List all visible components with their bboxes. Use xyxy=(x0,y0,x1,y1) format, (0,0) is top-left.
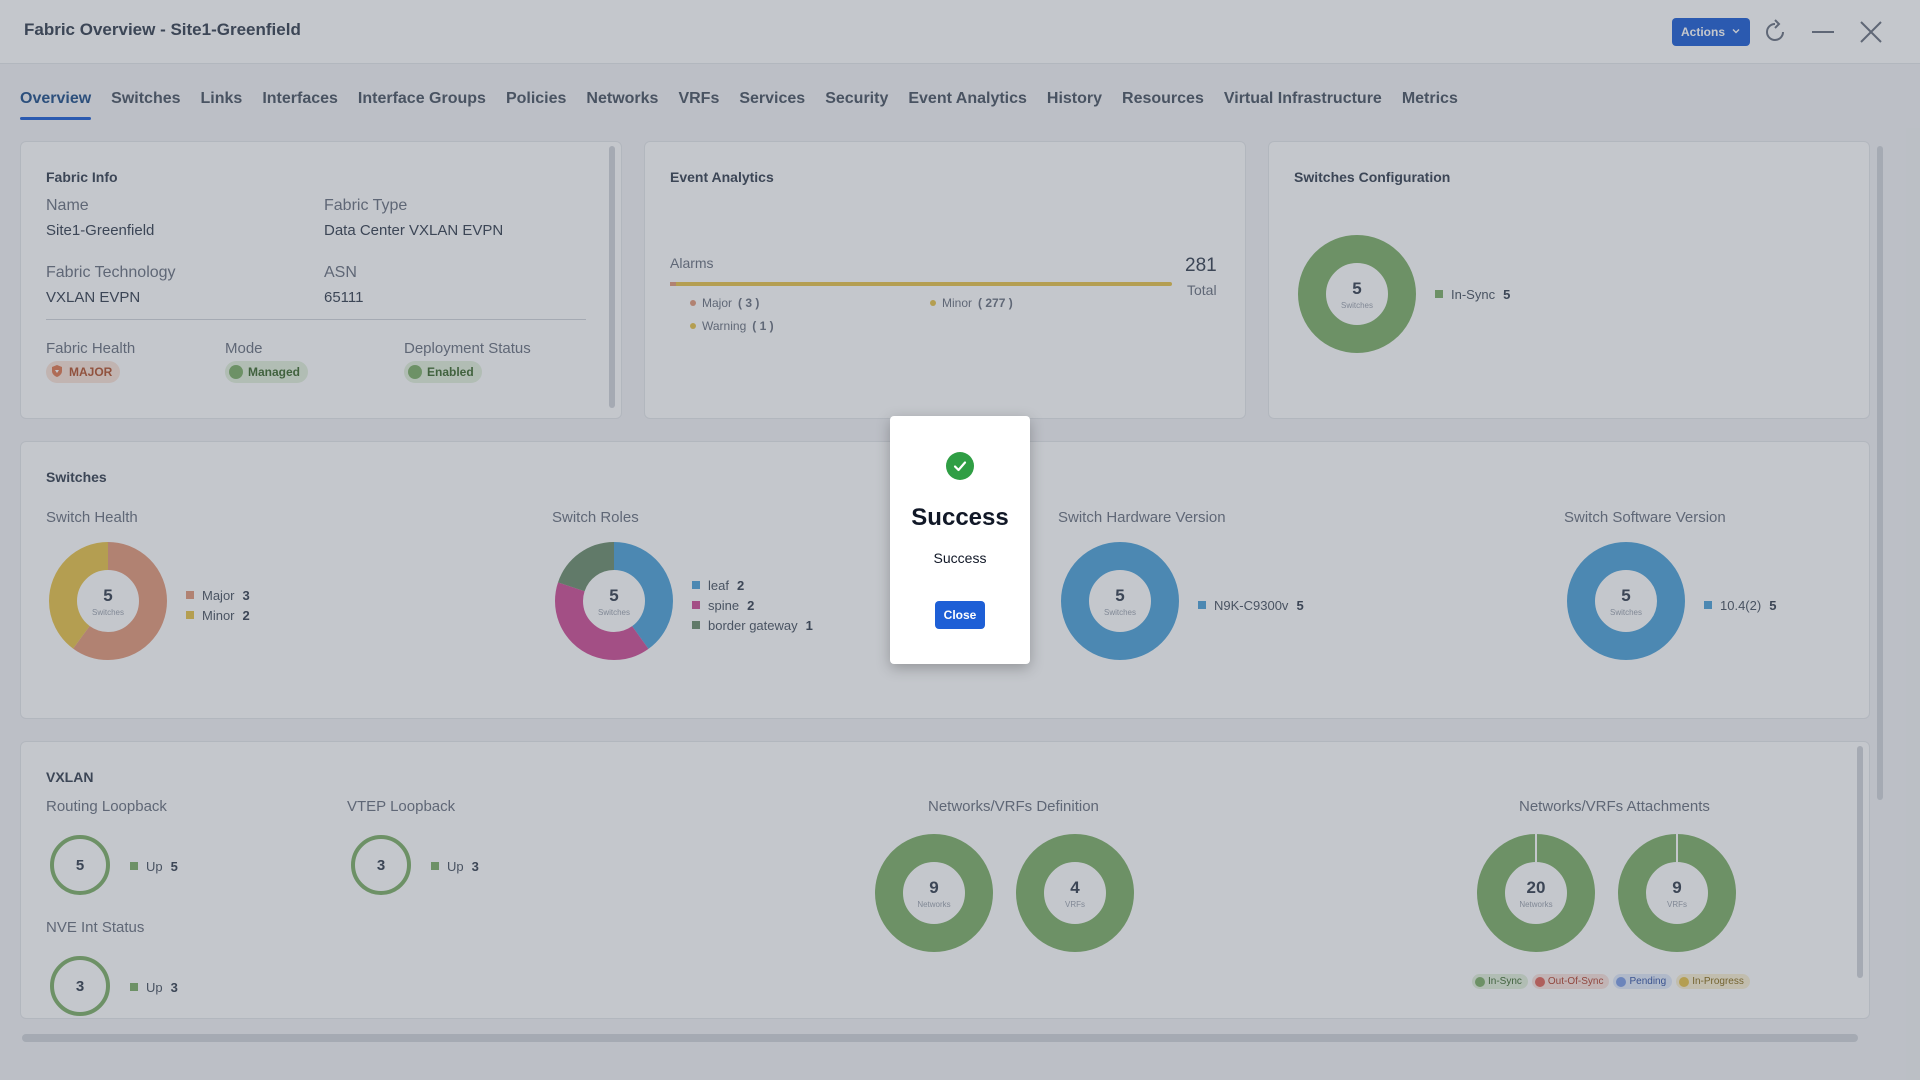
dialog-close-button[interactable]: Close xyxy=(935,601,985,629)
success-dialog: Success Success Close xyxy=(890,416,1030,664)
dialog-title: Success xyxy=(911,504,1009,531)
success-check-icon xyxy=(946,452,974,480)
dialog-message: Success xyxy=(933,550,987,566)
